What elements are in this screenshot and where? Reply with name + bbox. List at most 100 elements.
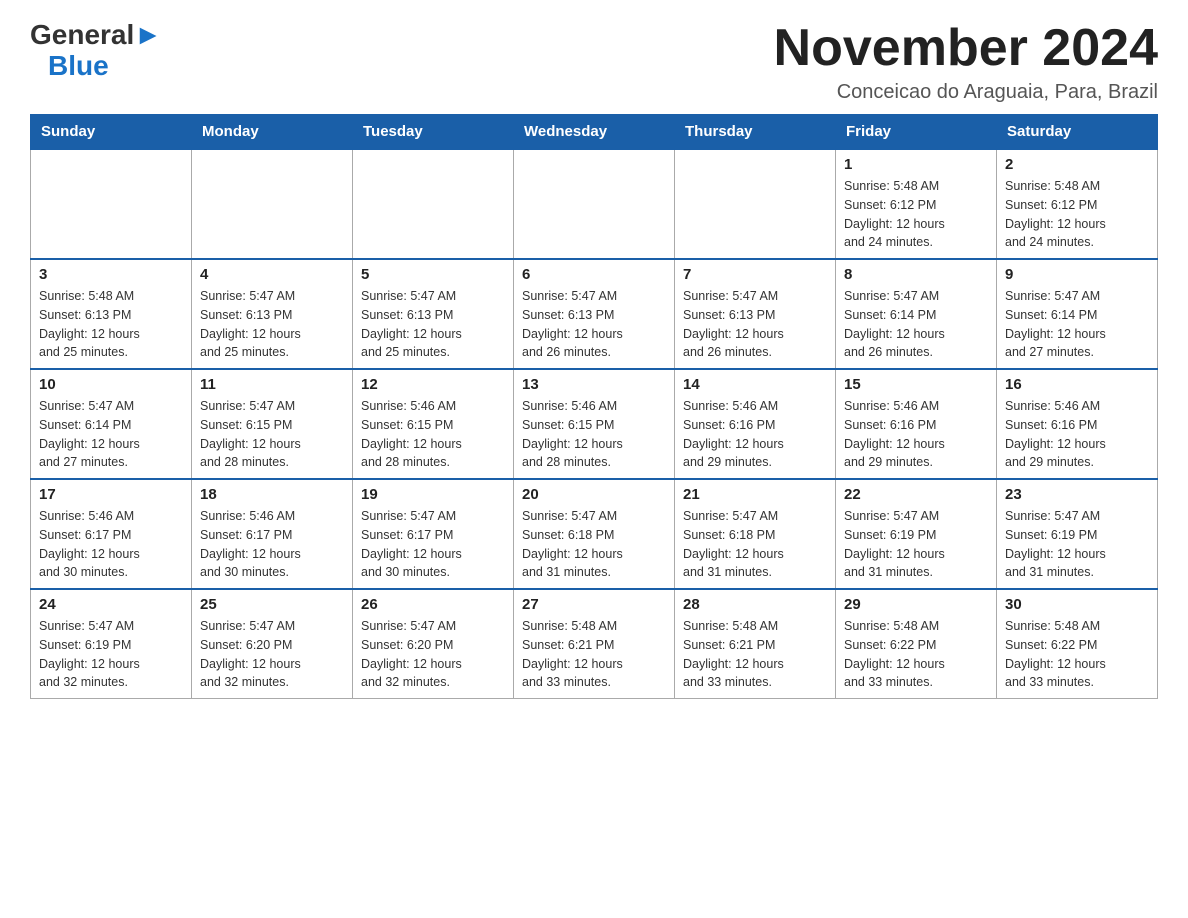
day-info: Sunrise: 5:48 AMSunset: 6:13 PMDaylight:… xyxy=(39,287,183,362)
day-info: Sunrise: 5:47 AMSunset: 6:19 PMDaylight:… xyxy=(1005,507,1149,582)
day-number: 11 xyxy=(200,376,344,393)
calendar-header-row: Sunday Monday Tuesday Wednesday Thursday… xyxy=(31,115,1158,150)
day-info: Sunrise: 5:47 AMSunset: 6:13 PMDaylight:… xyxy=(361,287,505,362)
day-number: 28 xyxy=(683,596,827,613)
calendar-cell: 5 Sunrise: 5:47 AMSunset: 6:13 PMDaylight… xyxy=(353,259,514,369)
day-number: 17 xyxy=(39,486,183,503)
day-info: Sunrise: 5:47 AMSunset: 6:13 PMDaylight:… xyxy=(522,287,666,362)
calendar-cell: 10 Sunrise: 5:47 AMSunset: 6:14 PMDayligh… xyxy=(31,369,192,479)
calendar-cell xyxy=(353,149,514,259)
calendar-week-row: 17 Sunrise: 5:46 AMSunset: 6:17 PMDayligh… xyxy=(31,479,1158,589)
day-number: 19 xyxy=(361,486,505,503)
calendar-cell: 24 Sunrise: 5:47 AMSunset: 6:19 PMDayligh… xyxy=(31,589,192,699)
calendar-cell: 21 Sunrise: 5:47 AMSunset: 6:18 PMDayligh… xyxy=(675,479,836,589)
day-number: 15 xyxy=(844,376,988,393)
calendar-cell xyxy=(514,149,675,259)
logo-bottom: Blue xyxy=(48,51,109,82)
day-info: Sunrise: 5:46 AMSunset: 6:16 PMDaylight:… xyxy=(1005,397,1149,472)
calendar-cell: 16Sunrise: 5:46 AMSunset: 6:16 PMDayligh… xyxy=(997,369,1158,479)
calendar-cell: 6 Sunrise: 5:47 AMSunset: 6:13 PMDaylight… xyxy=(514,259,675,369)
day-number: 21 xyxy=(683,486,827,503)
page-header: General► Blue November 2024 Conceicao do… xyxy=(30,20,1158,104)
header-monday: Monday xyxy=(192,115,353,150)
day-number: 24 xyxy=(39,596,183,613)
calendar-cell: 23 Sunrise: 5:47 AMSunset: 6:19 PMDayligh… xyxy=(997,479,1158,589)
day-info: Sunrise: 5:47 AMSunset: 6:14 PMDaylight:… xyxy=(1005,287,1149,362)
day-info: Sunrise: 5:47 AMSunset: 6:20 PMDaylight:… xyxy=(200,617,344,692)
day-info: Sunrise: 5:48 AMSunset: 6:22 PMDaylight:… xyxy=(844,617,988,692)
calendar-cell: 27 Sunrise: 5:48 AMSunset: 6:21 PMDayligh… xyxy=(514,589,675,699)
logo-top: General► xyxy=(30,20,162,51)
calendar-cell: 20 Sunrise: 5:47 AMSunset: 6:18 PMDayligh… xyxy=(514,479,675,589)
logo-arrow-decoration: ► xyxy=(134,19,162,50)
day-info: Sunrise: 5:46 AMSunset: 6:16 PMDaylight:… xyxy=(844,397,988,472)
day-number: 4 xyxy=(200,266,344,283)
day-number: 27 xyxy=(522,596,666,613)
header-friday: Friday xyxy=(836,115,997,150)
calendar-cell: 22 Sunrise: 5:47 AMSunset: 6:19 PMDayligh… xyxy=(836,479,997,589)
calendar-cell: 18Sunrise: 5:46 AMSunset: 6:17 PMDayligh… xyxy=(192,479,353,589)
day-number: 3 xyxy=(39,266,183,283)
day-number: 6 xyxy=(522,266,666,283)
title-area: November 2024 Conceicao do Araguaia, Par… xyxy=(774,20,1158,104)
day-info: Sunrise: 5:47 AMSunset: 6:17 PMDaylight:… xyxy=(361,507,505,582)
calendar-week-row: 3 Sunrise: 5:48 AMSunset: 6:13 PMDaylight… xyxy=(31,259,1158,369)
calendar-cell: 17Sunrise: 5:46 AMSunset: 6:17 PMDayligh… xyxy=(31,479,192,589)
header-sunday: Sunday xyxy=(31,115,192,150)
calendar-cell xyxy=(31,149,192,259)
calendar-cell xyxy=(675,149,836,259)
calendar-cell: 19 Sunrise: 5:47 AMSunset: 6:17 PMDayligh… xyxy=(353,479,514,589)
calendar-cell: 15 Sunrise: 5:46 AMSunset: 6:16 PMDayligh… xyxy=(836,369,997,479)
calendar-cell: 13 Sunrise: 5:46 AMSunset: 6:15 PMDayligh… xyxy=(514,369,675,479)
logo: General► Blue xyxy=(30,20,162,82)
calendar-cell: 12Sunrise: 5:46 AMSunset: 6:15 PMDayligh… xyxy=(353,369,514,479)
day-number: 20 xyxy=(522,486,666,503)
day-info: Sunrise: 5:48 AMSunset: 6:21 PMDaylight:… xyxy=(683,617,827,692)
location: Conceicao do Araguaia, Para, Brazil xyxy=(774,81,1158,104)
calendar-cell: 11 Sunrise: 5:47 AMSunset: 6:15 PMDayligh… xyxy=(192,369,353,479)
day-number: 8 xyxy=(844,266,988,283)
day-info: Sunrise: 5:47 AMSunset: 6:13 PMDaylight:… xyxy=(683,287,827,362)
day-number: 13 xyxy=(522,376,666,393)
day-info: Sunrise: 5:47 AMSunset: 6:18 PMDaylight:… xyxy=(522,507,666,582)
day-info: Sunrise: 5:48 AMSunset: 6:21 PMDaylight:… xyxy=(522,617,666,692)
day-info: Sunrise: 5:47 AMSunset: 6:14 PMDaylight:… xyxy=(39,397,183,472)
calendar-cell: 1Sunrise: 5:48 AMSunset: 6:12 PMDaylight… xyxy=(836,149,997,259)
day-number: 22 xyxy=(844,486,988,503)
day-info: Sunrise: 5:46 AMSunset: 6:15 PMDaylight:… xyxy=(522,397,666,472)
day-info: Sunrise: 5:47 AMSunset: 6:18 PMDaylight:… xyxy=(683,507,827,582)
day-info: Sunrise: 5:48 AMSunset: 6:22 PMDaylight:… xyxy=(1005,617,1149,692)
calendar-week-row: 1Sunrise: 5:48 AMSunset: 6:12 PMDaylight… xyxy=(31,149,1158,259)
day-number: 23 xyxy=(1005,486,1149,503)
calendar-cell: 2Sunrise: 5:48 AMSunset: 6:12 PMDaylight… xyxy=(997,149,1158,259)
day-info: Sunrise: 5:46 AMSunset: 6:17 PMDaylight:… xyxy=(200,507,344,582)
calendar-cell: 30 Sunrise: 5:48 AMSunset: 6:22 PMDayligh… xyxy=(997,589,1158,699)
calendar-cell: 26Sunrise: 5:47 AMSunset: 6:20 PMDayligh… xyxy=(353,589,514,699)
day-info: Sunrise: 5:48 AMSunset: 6:12 PMDaylight:… xyxy=(1005,177,1149,252)
month-title: November 2024 xyxy=(774,20,1158,77)
day-info: Sunrise: 5:46 AMSunset: 6:15 PMDaylight:… xyxy=(361,397,505,472)
calendar-cell: 29Sunrise: 5:48 AMSunset: 6:22 PMDayligh… xyxy=(836,589,997,699)
calendar-cell xyxy=(192,149,353,259)
calendar-cell: 7 Sunrise: 5:47 AMSunset: 6:13 PMDaylight… xyxy=(675,259,836,369)
header-tuesday: Tuesday xyxy=(353,115,514,150)
day-number: 10 xyxy=(39,376,183,393)
day-number: 14 xyxy=(683,376,827,393)
day-info: Sunrise: 5:47 AMSunset: 6:15 PMDaylight:… xyxy=(200,397,344,472)
calendar-cell: 25 Sunrise: 5:47 AMSunset: 6:20 PMDayligh… xyxy=(192,589,353,699)
header-saturday: Saturday xyxy=(997,115,1158,150)
calendar-table: Sunday Monday Tuesday Wednesday Thursday… xyxy=(30,114,1158,699)
day-number: 7 xyxy=(683,266,827,283)
day-info: Sunrise: 5:47 AMSunset: 6:19 PMDaylight:… xyxy=(39,617,183,692)
day-number: 30 xyxy=(1005,596,1149,613)
calendar-cell: 9Sunrise: 5:47 AMSunset: 6:14 PMDaylight… xyxy=(997,259,1158,369)
day-info: Sunrise: 5:47 AMSunset: 6:13 PMDaylight:… xyxy=(200,287,344,362)
day-info: Sunrise: 5:46 AMSunset: 6:16 PMDaylight:… xyxy=(683,397,827,472)
calendar-cell: 4 Sunrise: 5:47 AMSunset: 6:13 PMDaylight… xyxy=(192,259,353,369)
calendar-cell: 3 Sunrise: 5:48 AMSunset: 6:13 PMDaylight… xyxy=(31,259,192,369)
day-info: Sunrise: 5:47 AMSunset: 6:19 PMDaylight:… xyxy=(844,507,988,582)
calendar-cell: 8Sunrise: 5:47 AMSunset: 6:14 PMDaylight… xyxy=(836,259,997,369)
day-number: 5 xyxy=(361,266,505,283)
calendar-cell: 28 Sunrise: 5:48 AMSunset: 6:21 PMDayligh… xyxy=(675,589,836,699)
day-number: 25 xyxy=(200,596,344,613)
